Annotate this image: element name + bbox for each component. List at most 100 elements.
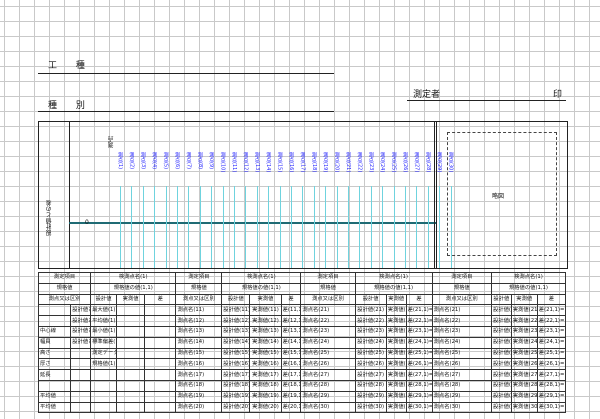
summary-desc — [70, 358, 92, 371]
col-diff-header: 差 — [280, 293, 302, 306]
diff-value-cell: 差(22,1)=1 — [405, 315, 433, 327]
diff-value-cell: 差(15,1)=1 — [280, 347, 302, 360]
chart-grid-line — [427, 186, 429, 268]
point-name-cell: 測点名(30) — [300, 401, 356, 414]
diff-value-cell: 差(29,1)=1 — [536, 390, 567, 403]
chart-point-label: 測点(19) — [322, 152, 329, 173]
point-name-cell: 測点名(26) — [300, 358, 356, 371]
standard-label: 規格値 — [431, 282, 492, 295]
standard-label: 規格値 — [37, 282, 92, 295]
actual-value-cell: 実測値(11) — [249, 304, 282, 317]
diff-value-cell: 差(30,1)=1 — [405, 401, 433, 414]
actual-value-cell: 実測値(25) — [510, 347, 538, 360]
chart-point-label: 測点(9) — [208, 152, 215, 170]
actual-value-cell: 実測値(26) — [385, 358, 407, 371]
diff-value-cell: 差(19,1)=1 — [280, 390, 302, 403]
kouji-underline — [38, 73, 334, 74]
design-value-cell: 設計値(16) — [221, 358, 251, 371]
diff-value-cell: 差(16,1)=1 — [280, 358, 302, 371]
chart-grid-line — [211, 186, 213, 268]
sketch-area: 略図 — [447, 132, 557, 256]
zero-tick-label: 0 — [85, 219, 89, 226]
point-name-cell: 測点名(29) — [300, 390, 356, 403]
summary-value: 規格値(1)=1 — [90, 358, 118, 371]
chart-point-label: 測点(12) — [242, 152, 249, 173]
chart-grid-line — [405, 186, 406, 268]
chart-grid-line — [268, 186, 270, 268]
chart-point-label: 測点(16) — [288, 152, 294, 173]
point-name-cell: 測点名(29) — [431, 390, 492, 403]
diff-value-cell — [144, 379, 177, 392]
chart-grid-line — [177, 186, 178, 268]
chart-grid-line — [325, 186, 327, 268]
diff-value-cell: 差(22,1)=1 — [536, 315, 567, 327]
chart-grid-line — [416, 186, 418, 268]
chart-grid-line — [222, 186, 224, 268]
chart-plot-area: 測点 0 測点(1) 測点(2) 測点(3) 測点(4) 測点(5) 測点(6) 測点(7)… — [69, 122, 454, 268]
shubetsu-underline — [38, 111, 334, 112]
chart-grid-line — [188, 186, 190, 268]
diff-value-cell — [144, 336, 177, 349]
left-item-label: 延長 — [37, 369, 72, 381]
y-axis-label: 設計値との差 — [46, 200, 53, 236]
summary-value: 標準偏差(1)=1 — [90, 336, 118, 349]
summary-value: 最大値(1)=1 — [90, 304, 118, 317]
chart-grid-line — [199, 186, 201, 268]
point-name-cell: 測点名(28) — [300, 379, 356, 392]
col-design-header: 設計値 — [354, 293, 387, 306]
point-name-cell: 測点名(14) — [175, 336, 223, 349]
point-name-cell: 測点名(25) — [300, 347, 356, 360]
col-actual-header: 実測値 — [249, 293, 282, 306]
actual-value-cell — [116, 390, 146, 403]
summary-value — [90, 379, 118, 392]
point-name-cell: 測点名(18) — [175, 379, 223, 392]
chart-point-label: 測点(24) — [379, 152, 386, 173]
chart-point-label: 測点(20) — [333, 152, 340, 173]
standard-value: 規格値の値(1,1) — [221, 282, 302, 295]
standard-label: 規格値 — [175, 282, 223, 295]
point-name-cell: 測点名(23) — [431, 325, 492, 338]
actual-value-cell: 実測値(13) — [249, 325, 282, 338]
col-actual-header: 実測値 — [510, 293, 538, 306]
summary-value — [90, 390, 118, 403]
diff-value-cell: 差(12,1)=1 — [280, 315, 302, 327]
diff-value-cell: 差(13,1)=1 — [280, 325, 302, 338]
actual-value-cell: 実測値(16) — [249, 358, 282, 371]
chart-point-label: 測点(23) — [367, 152, 374, 173]
actual-value-cell: 実測値(21) — [510, 304, 538, 317]
shubetsu-label: 種 別 — [48, 101, 93, 111]
chart-point-label: 測点(21) — [345, 152, 351, 173]
zero-line — [69, 222, 436, 224]
chart-grid-line — [336, 186, 338, 268]
chart-point-label: 測点(18) — [310, 152, 317, 173]
actual-value-cell: 実測値(17) — [249, 369, 282, 381]
point-name-cell: 測点名(12) — [175, 315, 223, 327]
col-diff-header: 差 — [405, 293, 433, 306]
chart-point-label: 測点(3) — [139, 152, 146, 170]
summary-desc — [70, 369, 92, 381]
diff-value-cell: 差(17,1)=1 — [280, 369, 302, 381]
diff-value-cell: 差(26,1)=1 — [405, 358, 433, 371]
left-item-label: 平均値 — [37, 401, 72, 414]
actual-value-cell: 実測値(19) — [249, 390, 282, 403]
design-value-cell: 設計値(19) — [221, 390, 251, 403]
diff-value-cell: 差(27,1)=1 — [536, 369, 567, 381]
chart-grid-line — [291, 186, 292, 268]
chart-point-label: 測点(22) — [356, 152, 363, 173]
point-name-cell: 測点名(19) — [175, 390, 223, 403]
chart-grid-line — [165, 186, 167, 268]
chart-grid-line — [245, 186, 247, 268]
actual-value-cell: 実測値(21) — [385, 304, 407, 317]
actual-value-cell: 実測値(14) — [249, 336, 282, 349]
design-value-cell: 設計値(21) — [354, 304, 387, 317]
chart-grid-line — [131, 186, 133, 268]
design-value-cell: 設計値(27) — [490, 369, 512, 381]
point-name-cell: 測点名(15) — [175, 347, 223, 360]
chart-grid-line — [313, 186, 315, 268]
design-value-cell: 設計値(17) — [221, 369, 251, 381]
chart-point-label: 測点(13) — [253, 152, 260, 173]
measure-item-header: 測定項目 — [300, 272, 356, 284]
chart-point-label: 測点(26) — [402, 152, 408, 173]
diff-value-cell: 差(25,1)=1 — [405, 347, 433, 360]
inspection-name-header: 検測点名(1) — [490, 272, 567, 284]
